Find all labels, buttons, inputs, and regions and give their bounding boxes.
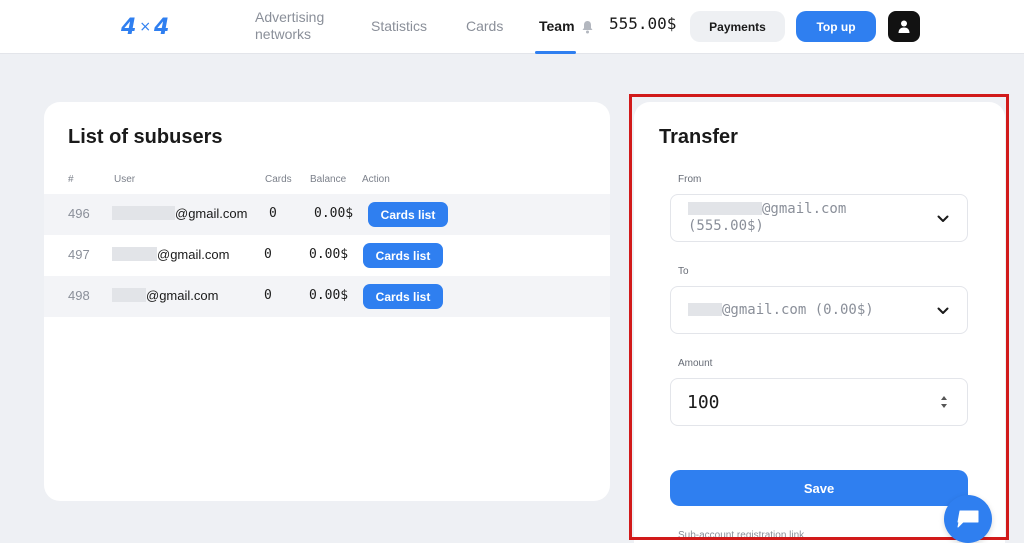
logo-separator: × bbox=[139, 19, 151, 35]
to-select[interactable]: @gmail.com (0.00$) bbox=[670, 286, 968, 334]
user-email: @gmail.com bbox=[112, 247, 229, 262]
transfer-title: Transfer bbox=[659, 126, 738, 148]
chat-icon bbox=[957, 510, 979, 528]
cards-count: 0 bbox=[269, 206, 277, 221]
user-balance: 0.00$ bbox=[309, 288, 349, 303]
email-suffix: @gmail.com bbox=[175, 206, 248, 221]
column-header-balance: Balance bbox=[310, 174, 347, 185]
chevron-down-icon bbox=[937, 307, 949, 314]
nav-team-label: Team bbox=[539, 18, 575, 34]
user-email: @gmail.com bbox=[112, 206, 247, 221]
row-number: 496 bbox=[68, 206, 90, 221]
redacted-username bbox=[112, 288, 146, 302]
cards-list-button[interactable]: Cards list bbox=[363, 243, 443, 268]
top-up-button[interactable]: Top up bbox=[796, 11, 876, 42]
stepper-icon[interactable] bbox=[940, 394, 948, 410]
user-email: @gmail.com bbox=[112, 288, 218, 303]
column-header-num: # bbox=[68, 174, 74, 185]
chevron-down-icon bbox=[937, 215, 949, 222]
account-balance: 555.00$ bbox=[609, 14, 677, 33]
cards-count: 0 bbox=[264, 247, 272, 262]
cards-count: 0 bbox=[264, 288, 272, 303]
payments-button[interactable]: Payments bbox=[690, 11, 785, 42]
from-email-suffix: @gmail.com bbox=[762, 201, 847, 217]
nav-advertising-networks[interactable]: Advertising networks bbox=[255, 9, 335, 43]
amount-label: Amount bbox=[678, 358, 713, 369]
subusers-card: List of subusers # User Cards Balance Ac… bbox=[44, 102, 610, 501]
logo-right: 4 bbox=[154, 14, 169, 40]
to-email-value: @gmail.com (0.00$) bbox=[722, 302, 874, 318]
from-label: From bbox=[678, 174, 702, 185]
user-balance: 0.00$ bbox=[309, 247, 349, 262]
amount-input[interactable] bbox=[670, 378, 968, 426]
transfer-card: Transfer From @gmail.com (555.00$) To @g… bbox=[634, 102, 1005, 543]
user-icon bbox=[898, 20, 910, 33]
cards-list-button[interactable]: Cards list bbox=[363, 284, 443, 309]
from-select-value: @gmail.com (555.00$) bbox=[688, 201, 846, 235]
to-select-value: @gmail.com (0.00$) bbox=[688, 302, 874, 319]
redacted-username bbox=[688, 202, 762, 215]
registration-link-label[interactable]: Sub-account registration link bbox=[678, 530, 804, 541]
row-number: 498 bbox=[68, 288, 90, 303]
nav-statistics[interactable]: Statistics bbox=[371, 18, 427, 35]
top-header: 4 × 4 Advertising networks Statistics Ca… bbox=[0, 0, 1024, 54]
to-label: To bbox=[678, 266, 689, 277]
chat-button[interactable] bbox=[944, 495, 992, 543]
user-avatar[interactable] bbox=[888, 11, 920, 42]
column-header-action: Action bbox=[362, 174, 390, 185]
bell-icon[interactable] bbox=[581, 20, 594, 34]
logo-left: 4 bbox=[121, 14, 136, 40]
redacted-username bbox=[688, 303, 722, 316]
logo[interactable]: 4 × 4 bbox=[121, 14, 169, 40]
redacted-username bbox=[112, 206, 175, 220]
table-row: 498 @gmail.com 0 0.00$ Cards list bbox=[44, 276, 610, 317]
redacted-username bbox=[112, 247, 157, 261]
subusers-title: List of subusers bbox=[68, 126, 223, 148]
nav-cards[interactable]: Cards bbox=[466, 18, 503, 35]
from-balance: (555.00$) bbox=[688, 218, 764, 234]
table-row: 497 @gmail.com 0 0.00$ Cards list bbox=[44, 235, 610, 276]
nav-team[interactable]: Team bbox=[539, 18, 594, 35]
table-row: 496 @gmail.com 0 0.00$ Cards list bbox=[44, 194, 610, 235]
active-tab-indicator bbox=[535, 51, 576, 54]
from-select[interactable]: @gmail.com (555.00$) bbox=[670, 194, 968, 242]
save-button[interactable]: Save bbox=[670, 470, 968, 506]
column-header-cards: Cards bbox=[265, 174, 292, 185]
email-suffix: @gmail.com bbox=[146, 288, 219, 303]
column-header-user: User bbox=[114, 174, 136, 185]
row-number: 497 bbox=[68, 247, 90, 262]
user-balance: 0.00$ bbox=[314, 206, 354, 221]
cards-list-button[interactable]: Cards list bbox=[368, 202, 448, 227]
email-suffix: @gmail.com bbox=[157, 247, 230, 262]
